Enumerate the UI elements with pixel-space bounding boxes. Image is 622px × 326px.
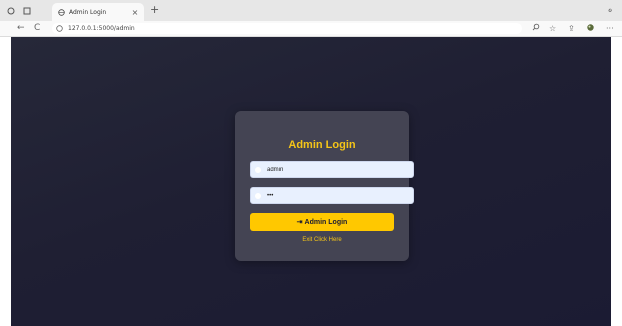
exit-link[interactable]: Exit Click Here: [235, 237, 409, 243]
new-tab-button[interactable]: +: [150, 4, 159, 16]
tab-close-icon[interactable]: ×: [130, 8, 140, 17]
browser-tab-strip: Admin Login × + ℴ: [0, 0, 622, 21]
window-control-icon[interactable]: ℴ: [608, 5, 612, 14]
site-info-icon[interactable]: [56, 25, 63, 32]
browser-nav-bar: ← C 127.0.0.1:5000/admin ☆ ⇪ ···: [0, 21, 622, 37]
star-icon[interactable]: ☆: [549, 23, 556, 34]
refresh-button[interactable]: C: [34, 23, 40, 34]
user-icon: [255, 166, 261, 173]
admin-login-button-label: Admin Login: [304, 218, 348, 226]
profile-icon[interactable]: [6, 6, 16, 16]
page-viewport: Admin Login ⇥ Admin Login Exit Click Her…: [11, 37, 611, 326]
address-bar[interactable]: 127.0.0.1:5000/admin: [52, 23, 522, 34]
username-input[interactable]: [267, 166, 397, 173]
tab-title: Admin Login: [69, 8, 107, 16]
search-icon[interactable]: [532, 23, 540, 34]
browser-tab[interactable]: Admin Login ×: [52, 3, 144, 21]
globe-icon: [58, 8, 65, 16]
password-field[interactable]: [250, 187, 414, 204]
extension-icon[interactable]: [586, 23, 595, 35]
back-button[interactable]: ←: [17, 23, 25, 34]
collections-icon[interactable]: ⇪: [568, 23, 575, 34]
admin-login-button[interactable]: ⇥ Admin Login: [250, 213, 394, 231]
sign-in-icon: ⇥: [296, 219, 303, 226]
more-icon[interactable]: ···: [606, 23, 614, 34]
lock-icon: [255, 192, 261, 199]
address-url: 127.0.0.1:5000/admin: [68, 25, 135, 32]
workspaces-icon[interactable]: [22, 6, 32, 16]
login-title: Admin Login: [288, 139, 356, 151]
password-input[interactable]: [267, 192, 397, 199]
login-card: Admin Login ⇥ Admin Login Exit Click Her…: [235, 111, 414, 261]
username-field[interactable]: [250, 161, 414, 178]
